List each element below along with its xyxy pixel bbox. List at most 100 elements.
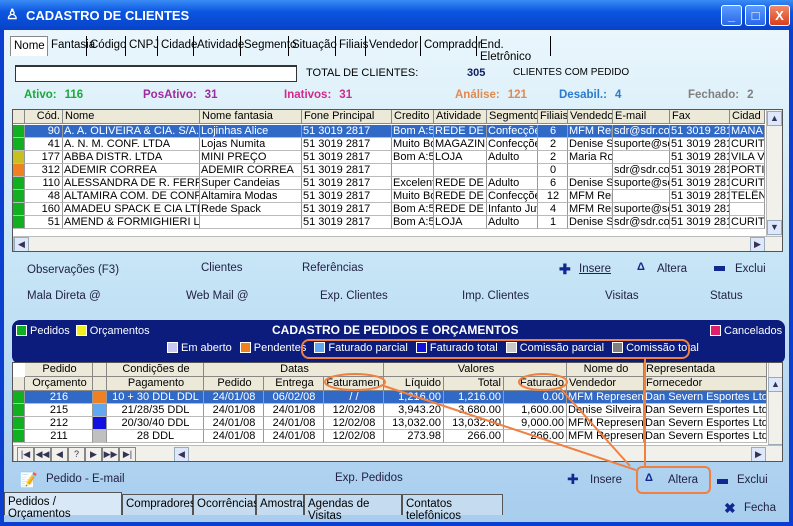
table-row[interactable]: 51 AMEND & FORMIGHIERI LT 51 3019 2817 Bom … — [13, 216, 765, 229]
column-header[interactable]: Segmento — [487, 110, 538, 124]
search-tab-1[interactable]: Fantasia — [48, 36, 95, 56]
search-tab-8[interactable]: Filiais — [336, 36, 368, 56]
indicator-header[interactable] — [13, 110, 25, 124]
table-row[interactable]: 41 A. N. M. CONF. LTDA Lojas Numita 51 3019… — [13, 138, 765, 151]
column-header[interactable]: Orçamento — [25, 377, 93, 391]
table-row[interactable]: 48 ALTAMIRA COM. DE CONF Altamira Modas 51 … — [13, 190, 765, 203]
column-header[interactable]: Pedido — [204, 377, 264, 391]
nav-button-4[interactable]: ▶ — [85, 447, 102, 461]
insert-client-button[interactable]: Insere — [579, 263, 611, 275]
bottom-tab-5[interactable]: Contatos telefônicos — [402, 494, 503, 522]
close-button[interactable]: X — [769, 5, 790, 26]
import-clients-button[interactable]: Imp. Clientes — [462, 290, 529, 302]
nav-button-1[interactable]: ◀◀ — [34, 447, 51, 461]
scroll-up-button[interactable]: ▲ — [767, 111, 782, 126]
vertical-scrollbar[interactable] — [768, 363, 782, 445]
table-row[interactable]: 212 20/30/40 DDL 24/01/08 24/01/08 12/02/08 1… — [13, 417, 767, 430]
column-header[interactable]: Cidad — [730, 110, 765, 124]
maximize-button[interactable]: □ — [745, 5, 766, 26]
bottom-tab-2[interactable]: Ocorrências — [193, 494, 259, 515]
search-tab-5[interactable]: Atividade — [194, 36, 244, 56]
table-row[interactable]: 312 ADEMIR CORREA ADEMIR CORREA 51 3019 281… — [13, 164, 765, 177]
visits-button[interactable]: Visitas — [605, 290, 639, 302]
export-orders-button[interactable]: Exp. Pedidos — [335, 472, 403, 484]
column-header[interactable]: E-mail — [613, 110, 670, 124]
nav-button-0[interactable]: |◀ — [17, 447, 34, 461]
nav-button-2[interactable]: ◀ — [51, 447, 68, 461]
clients-with-order-label[interactable]: CLIENTES COM PEDIDO — [513, 67, 629, 78]
search-tab-4[interactable]: Cidade — [158, 36, 197, 56]
vertical-scrollbar[interactable] — [766, 110, 782, 236]
column-header[interactable]: Total — [444, 377, 504, 391]
column-header[interactable]: Entrega — [264, 377, 324, 391]
nav-button-6[interactable]: ▶| — [119, 447, 136, 461]
scroll-left-button[interactable]: ◀ — [174, 447, 189, 461]
column-header[interactable]: Fax — [670, 110, 730, 124]
column-header[interactable] — [13, 377, 25, 391]
insert-order-button[interactable]: Insere — [590, 474, 622, 486]
minimize-button[interactable]: _ — [721, 5, 742, 26]
table-row[interactable]: 160 AMADEU SPACK E CIA LTD Rede Spack 51 30… — [13, 203, 765, 216]
column-header[interactable]: Vendedor — [568, 110, 613, 124]
search-tab-6[interactable]: Segmento — [241, 36, 296, 56]
search-tab-0[interactable]: Nome — [10, 36, 48, 56]
nav-button-3[interactable]: ? — [68, 447, 85, 461]
column-header[interactable]: Vendedor — [567, 377, 644, 391]
table-row[interactable]: 215 21/28/35 DDL 24/01/08 24/01/08 12/02/08 3… — [13, 404, 767, 417]
search-tab-9[interactable]: Vendedor — [366, 36, 421, 56]
status-button[interactable]: Status — [710, 290, 743, 302]
column-header[interactable]: Pagamento — [107, 377, 204, 391]
scroll-right-button[interactable]: ▶ — [751, 447, 766, 461]
table-row[interactable]: 177 ABBA DISTR. LTDA MINI PREÇO 51 3019 281… — [13, 151, 765, 164]
search-tab-3[interactable]: CNPJ — [126, 36, 159, 56]
scroll-left-button[interactable]: ◀ — [14, 237, 29, 251]
delete-client-button[interactable]: Exclui — [735, 263, 766, 275]
column-header[interactable]: Atividade — [434, 110, 487, 124]
edit-client-button[interactable]: Altera — [657, 263, 687, 275]
search-tab-10[interactable]: Comprador — [421, 36, 482, 56]
bottom-tab-0[interactable]: Pedidos / Orçamentos — [4, 492, 122, 520]
table-row[interactable]: 90 A. A. OLIVEIRA & CIA. S/A. Lojinhas Ali… — [13, 125, 765, 138]
nav-button-5[interactable]: ▶▶ — [102, 447, 119, 461]
horizontal-scrollbar[interactable] — [13, 236, 782, 251]
legend-swatch — [239, 342, 251, 353]
order-email-button[interactable]: Pedido - E-mail — [46, 473, 125, 485]
column-header[interactable]: Faturamen. — [324, 377, 384, 391]
column-header[interactable]: Nome — [63, 110, 200, 124]
search-input[interactable] — [15, 65, 297, 82]
table-row[interactable]: 110 ALESSANDRA DE R. FERR Super Candeias 51… — [13, 177, 765, 190]
column-header[interactable]: Líquido — [384, 377, 444, 391]
references-button[interactable]: Referências — [302, 262, 363, 274]
search-tab-11[interactable]: End. Eletrônico — [477, 36, 551, 63]
clients-button[interactable]: Clientes — [201, 262, 243, 274]
bottom-tab-3[interactable]: Amostras — [256, 494, 309, 515]
column-header[interactable]: Credito — [392, 110, 434, 124]
orders-grid[interactable]: Pedido Condições de Datas Valores Nome do Rep… — [12, 362, 783, 462]
search-tab-7[interactable]: Situação — [289, 36, 337, 56]
column-header[interactable]: Fornecedor — [644, 377, 767, 391]
column-header[interactable] — [93, 377, 107, 391]
table-cell: 266.00 — [504, 430, 567, 443]
export-clients-button[interactable]: Exp. Clientes — [320, 290, 388, 302]
scroll-right-button[interactable]: ▶ — [750, 237, 765, 251]
bottom-tab-4[interactable]: Agendas de Visitas — [304, 494, 402, 522]
table-cell: 51 3019 2817 — [302, 151, 392, 164]
close-button[interactable]: Fecha — [744, 502, 776, 514]
web-mail-button[interactable]: Web Mail @ — [186, 290, 249, 302]
column-header[interactable]: Cód. — [25, 110, 63, 124]
bottom-tab-1[interactable]: Compradores — [122, 494, 196, 515]
mail-merge-button[interactable]: Mala Direta @ — [27, 290, 101, 302]
column-header[interactable]: Nome fantasia — [200, 110, 302, 124]
observations-button[interactable]: Observações (F3) — [27, 264, 119, 276]
table-row[interactable]: 216 10 + 30 DDL DDL 24/01/08 06/02/08 / /1,… — [13, 391, 767, 404]
edit-order-button[interactable]: Altera — [668, 474, 698, 486]
column-header[interactable]: Filiais — [538, 110, 568, 124]
table-row[interactable]: 211 28 DDL 24/01/08 24/01/08 12/02/08 273.98 2… — [13, 430, 767, 443]
search-tab-2[interactable]: Código — [87, 36, 126, 56]
delete-order-button[interactable]: Exclui — [737, 474, 768, 486]
scroll-up-button[interactable]: ▲ — [768, 377, 782, 392]
column-header[interactable]: Faturado — [504, 377, 567, 391]
scroll-down-button[interactable]: ▼ — [767, 220, 782, 235]
clients-grid[interactable]: Cód. Nome Nome fantasia Fone Principal Credi… — [12, 109, 783, 252]
column-header[interactable]: Fone Principal — [302, 110, 392, 124]
